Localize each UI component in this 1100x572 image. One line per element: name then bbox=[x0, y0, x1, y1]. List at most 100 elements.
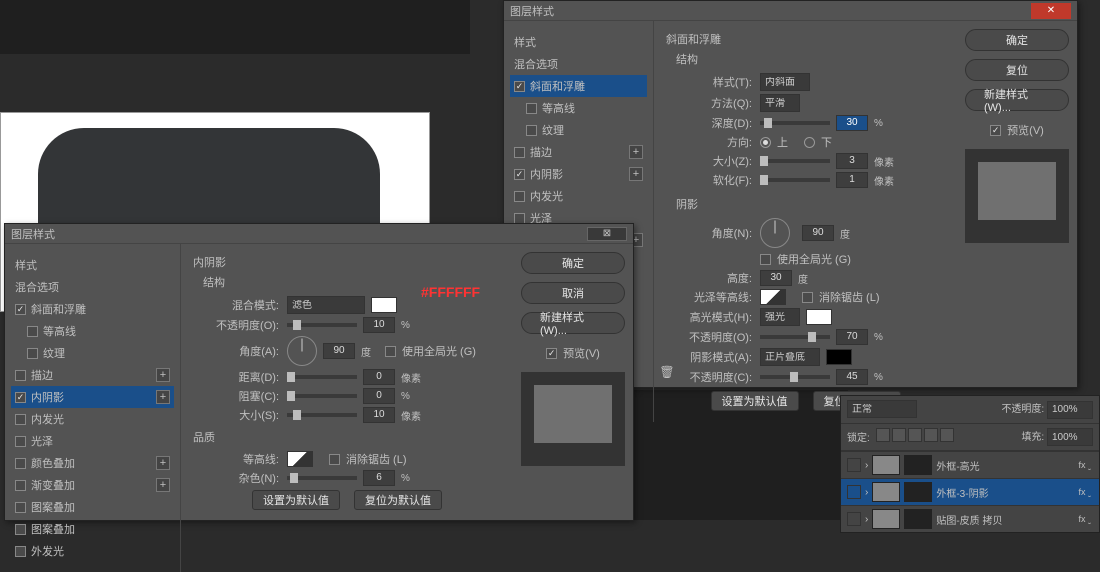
checkbox-icon[interactable] bbox=[15, 546, 26, 557]
global-light-checkbox[interactable] bbox=[385, 346, 396, 357]
checkbox-icon[interactable] bbox=[15, 414, 26, 425]
depth-value[interactable]: 30 bbox=[836, 115, 868, 131]
size-slider[interactable] bbox=[287, 413, 357, 417]
layer-row[interactable]: ›贴图-皮质 拷贝fx ˬ bbox=[841, 505, 1099, 532]
fill-select[interactable]: 100% bbox=[1047, 428, 1093, 446]
close-icon[interactable]: ✕ bbox=[1031, 3, 1071, 19]
checkbox-icon[interactable] bbox=[15, 392, 26, 403]
distance-slider[interactable] bbox=[287, 375, 357, 379]
style-item-pattern-overlay-2[interactable]: 图案叠加 bbox=[11, 518, 174, 540]
radio-down[interactable] bbox=[804, 137, 815, 148]
antialias-checkbox[interactable] bbox=[329, 454, 340, 465]
color-swatch[interactable] bbox=[371, 297, 397, 313]
opacity-slider[interactable] bbox=[287, 323, 357, 327]
checkbox-icon[interactable] bbox=[15, 458, 26, 469]
noise-slider[interactable] bbox=[287, 476, 357, 480]
plus-icon[interactable]: + bbox=[156, 390, 170, 404]
depth-slider[interactable] bbox=[760, 121, 830, 125]
style-item-inner-shadow[interactable]: 内阴影+ bbox=[11, 386, 174, 408]
checkbox-icon[interactable] bbox=[15, 370, 26, 381]
size-value[interactable]: 10 bbox=[363, 407, 395, 423]
shadow-opacity-value[interactable]: 45 bbox=[836, 369, 868, 385]
contour-swatch[interactable] bbox=[287, 451, 313, 467]
reset-default-button[interactable]: 复位为默认值 bbox=[354, 490, 442, 510]
radio-up[interactable] bbox=[760, 137, 771, 148]
checkbox-icon[interactable] bbox=[514, 191, 525, 202]
layer-opacity-select[interactable]: 100% bbox=[1047, 401, 1093, 419]
hilite-color-swatch[interactable] bbox=[806, 309, 832, 325]
lock-icons[interactable] bbox=[876, 428, 956, 445]
style-item-inner-glow[interactable]: 内发光 bbox=[510, 185, 647, 207]
preview-checkbox[interactable] bbox=[990, 125, 1001, 136]
blend-heading[interactable]: 混合选项 bbox=[11, 276, 174, 298]
soften-value[interactable]: 1 bbox=[836, 172, 868, 188]
checkbox-icon[interactable] bbox=[27, 326, 38, 337]
altitude-value[interactable]: 30 bbox=[760, 270, 792, 286]
layer-blend-select[interactable]: 正常 bbox=[847, 400, 917, 418]
visibility-icon[interactable] bbox=[847, 512, 861, 526]
gloss-contour-swatch[interactable] bbox=[760, 289, 786, 305]
hilite-mode-select[interactable]: 强光 bbox=[760, 308, 800, 326]
plus-icon[interactable]: + bbox=[629, 167, 643, 181]
choke-slider[interactable] bbox=[287, 394, 357, 398]
style-item-bevel[interactable]: 斜面和浮雕 bbox=[11, 298, 174, 320]
style-item-inner-shadow[interactable]: 内阴影+ bbox=[510, 163, 647, 185]
shadow-mode-select[interactable]: 正片叠底 bbox=[760, 348, 820, 366]
opacity-value[interactable]: 10 bbox=[363, 317, 395, 333]
style-item-texture[interactable]: 纹理 bbox=[510, 119, 647, 141]
style-item-texture[interactable]: 纹理 bbox=[11, 342, 174, 364]
angle-dial[interactable] bbox=[760, 218, 790, 248]
soften-slider[interactable] bbox=[760, 178, 830, 182]
style-select[interactable]: 内斜面 bbox=[760, 73, 810, 91]
layer-row[interactable]: ›外框-高光fx ˬ bbox=[841, 451, 1099, 478]
trash-icon[interactable]: 🗑 bbox=[658, 363, 676, 381]
visibility-icon[interactable] bbox=[847, 458, 861, 472]
style-item-inner-glow[interactable]: 内发光 bbox=[11, 408, 174, 430]
checkbox-icon[interactable] bbox=[514, 81, 525, 92]
style-item-bevel[interactable]: 斜面和浮雕 bbox=[510, 75, 647, 97]
checkbox-icon[interactable] bbox=[15, 502, 26, 513]
size-slider[interactable] bbox=[760, 159, 830, 163]
style-item-pattern-overlay[interactable]: 图案叠加 bbox=[11, 496, 174, 518]
angle-dial[interactable] bbox=[287, 336, 317, 366]
plus-icon[interactable]: + bbox=[156, 456, 170, 470]
checkbox-icon[interactable] bbox=[514, 213, 525, 224]
size-value[interactable]: 3 bbox=[836, 153, 868, 169]
fx-badge[interactable]: fx ˬ bbox=[1077, 460, 1094, 470]
style-item-outer-glow[interactable]: 外发光 bbox=[11, 540, 174, 562]
preview-checkbox[interactable] bbox=[546, 348, 557, 359]
ok-button[interactable]: 确定 bbox=[965, 29, 1069, 51]
angle-value[interactable]: 90 bbox=[323, 343, 355, 359]
new-style-button[interactable]: 新建样式(W)... bbox=[521, 312, 625, 334]
hilite-opacity-slider[interactable] bbox=[760, 335, 830, 339]
antialias-checkbox[interactable] bbox=[802, 292, 813, 303]
style-item-contour[interactable]: 等高线 bbox=[510, 97, 647, 119]
plus-icon[interactable]: + bbox=[156, 478, 170, 492]
noise-value[interactable]: 6 bbox=[363, 470, 395, 486]
ok-button[interactable]: 确定 bbox=[521, 252, 625, 274]
style-item-stroke[interactable]: 描边+ bbox=[11, 364, 174, 386]
blend-heading[interactable]: 混合选项 bbox=[510, 53, 647, 75]
plus-icon[interactable]: + bbox=[629, 145, 643, 159]
style-item-satin[interactable]: 光泽 bbox=[11, 430, 174, 452]
fx-badge[interactable]: fx ˬ bbox=[1077, 487, 1094, 497]
global-light-checkbox[interactable] bbox=[760, 254, 771, 265]
reset-button[interactable]: 复位 bbox=[965, 59, 1069, 81]
choke-value[interactable]: 0 bbox=[363, 388, 395, 404]
blend-mode-select[interactable]: 滤色 bbox=[287, 296, 365, 314]
checkbox-icon[interactable] bbox=[15, 304, 26, 315]
shadow-opacity-slider[interactable] bbox=[760, 375, 830, 379]
visibility-icon[interactable] bbox=[847, 485, 861, 499]
cancel-button[interactable]: 取消 bbox=[521, 282, 625, 304]
checkbox-icon[interactable] bbox=[15, 480, 26, 491]
technique-select[interactable]: 平滑 bbox=[760, 94, 800, 112]
layer-row[interactable]: ›外框-3-阴影fx ˬ bbox=[841, 478, 1099, 505]
angle-value[interactable]: 90 bbox=[802, 225, 834, 241]
make-default-button[interactable]: 设置为默认值 bbox=[252, 490, 340, 510]
checkbox-icon[interactable] bbox=[27, 348, 38, 359]
shadow-color-swatch[interactable] bbox=[826, 349, 852, 365]
style-item-contour[interactable]: 等高线 bbox=[11, 320, 174, 342]
checkbox-icon[interactable] bbox=[514, 169, 525, 180]
checkbox-icon[interactable] bbox=[526, 125, 537, 136]
titlebar[interactable]: 图层样式 ✕ bbox=[504, 1, 1077, 21]
